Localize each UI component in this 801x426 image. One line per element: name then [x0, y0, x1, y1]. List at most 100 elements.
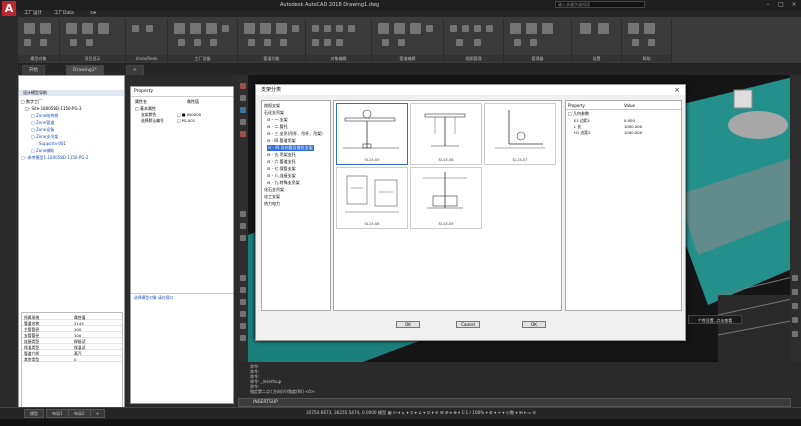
- tool-icon[interactable]: [240, 235, 246, 241]
- tool-icon[interactable]: [240, 299, 246, 305]
- file-tab-start[interactable]: 开始: [22, 65, 45, 75]
- tool-icon[interactable]: [526, 23, 537, 34]
- tool-icon[interactable]: [792, 317, 798, 323]
- search-input[interactable]: 键入关键字或短语: [555, 1, 645, 8]
- tool-icon[interactable]: [222, 25, 229, 32]
- property-row[interactable]: 连接类型 焊接试: [22, 339, 122, 344]
- cancel-button[interactable]: Cancel: [456, 321, 480, 328]
- tool-icon[interactable]: [276, 23, 287, 34]
- tool-icon[interactable]: [98, 23, 109, 34]
- support-thumbnail[interactable]: SI-15-07: [484, 103, 556, 165]
- property-value[interactable]: □ PS-001: [177, 118, 195, 123]
- tool-icon[interactable]: [40, 23, 51, 34]
- tool-icon[interactable]: [474, 39, 481, 46]
- tool-icon[interactable]: [394, 23, 405, 34]
- tool-icon[interactable]: [336, 25, 343, 32]
- new-tab-button[interactable]: +: [126, 65, 144, 75]
- tool-icon[interactable]: [174, 23, 185, 34]
- tree-item[interactable]: ⊟ - 五.吊架支托: [267, 152, 296, 158]
- tree-item[interactable]: □ Zone支吊架: [31, 134, 58, 140]
- tool-icon[interactable]: [792, 303, 798, 309]
- tree-item[interactable]: ⊟ - 三.支吊(吊杆、吊杆、吊架): [267, 131, 323, 137]
- tool-icon[interactable]: [24, 23, 35, 34]
- tree-item[interactable]: 化工支架: [264, 194, 280, 200]
- tool-icon[interactable]: [378, 23, 389, 34]
- property-row[interactable]: 管道名称 2143: [22, 321, 122, 326]
- tool-icon[interactable]: [648, 39, 655, 46]
- property-value[interactable]: 0.000: [624, 118, 635, 123]
- tool-icon[interactable]: [82, 23, 93, 34]
- tool-icon[interactable]: [292, 25, 299, 32]
- tool-icon[interactable]: [86, 39, 93, 46]
- tool-icon[interactable]: [240, 287, 246, 293]
- tool-icon[interactable]: [240, 323, 246, 329]
- tool-icon[interactable]: [456, 39, 463, 46]
- tree-item[interactable]: 化石支吊架: [264, 187, 284, 193]
- support-thumbnail[interactable]: SI-15-05: [336, 103, 408, 165]
- tool-icon[interactable]: [312, 25, 319, 32]
- tool-icon[interactable]: [280, 39, 287, 46]
- tool-icon[interactable]: [240, 211, 246, 217]
- tool-icon[interactable]: [244, 23, 255, 34]
- tool-icon[interactable]: [312, 39, 319, 46]
- property-row[interactable]: 管道介质 蒸汽: [22, 351, 122, 356]
- property-group[interactable]: □ 几何参数: [568, 111, 589, 117]
- tool-icon[interactable]: [530, 39, 537, 46]
- tool-icon[interactable]: [644, 23, 655, 34]
- tree-item[interactable]: □ Zone设备: [31, 127, 54, 133]
- tool-icon[interactable]: [324, 25, 331, 32]
- tool-icon[interactable]: [450, 25, 457, 32]
- tool-icon[interactable]: [240, 223, 246, 229]
- tool-icon[interactable]: [410, 23, 421, 34]
- tool-icon[interactable]: [66, 23, 77, 34]
- tool-icon[interactable]: [240, 119, 246, 125]
- tool-icon[interactable]: [240, 95, 246, 101]
- property-value[interactable]: 1000.000: [624, 130, 642, 135]
- tool-icon[interactable]: [486, 25, 493, 32]
- tool-icon[interactable]: [240, 131, 246, 137]
- support-thumbnail[interactable]: SI-15-06: [410, 103, 482, 165]
- property-value[interactable]: 1000.000: [624, 124, 642, 129]
- tool-icon[interactable]: [40, 39, 47, 46]
- tool-icon[interactable]: [398, 39, 405, 46]
- tool-icon[interactable]: [264, 39, 271, 46]
- tool-icon[interactable]: [510, 23, 521, 34]
- tool-icon[interactable]: [426, 25, 433, 32]
- tree-item[interactable]: ⊟ - 六.管道支托: [267, 159, 296, 165]
- tree-item[interactable]: 石化支吊架: [264, 110, 284, 116]
- layout-tab-1[interactable]: 布局1: [46, 409, 69, 418]
- tool-icon[interactable]: [240, 83, 246, 89]
- tree-item[interactable]: □ Zone辅助: [31, 148, 54, 154]
- tree-item[interactable]: □ Zone管道: [31, 120, 54, 126]
- tree-item[interactable]: □ Zone结构物: [31, 113, 58, 119]
- tool-icon[interactable]: [632, 39, 639, 46]
- tool-icon[interactable]: [336, 39, 343, 46]
- tool-icon[interactable]: [792, 275, 798, 281]
- tool-icon[interactable]: [474, 25, 481, 32]
- tool-icon[interactable]: [24, 39, 31, 46]
- autocad-logo-icon[interactable]: A: [2, 1, 16, 16]
- property-row[interactable]: 支管管径 100: [22, 333, 122, 338]
- tool-icon[interactable]: [324, 39, 331, 46]
- ok-button[interactable]: OK: [396, 321, 420, 328]
- tool-icon[interactable]: [382, 39, 389, 46]
- tool-icon[interactable]: [628, 23, 639, 34]
- tree-item[interactable]: ⊟ - 九.特殊支吊架: [267, 180, 300, 186]
- layout-tab-model[interactable]: 模型: [24, 409, 44, 418]
- tree-item[interactable]: 按照支架: [264, 103, 280, 109]
- tree-item[interactable]: 热力电力: [264, 201, 280, 207]
- dialog-close-icon[interactable]: ×: [673, 85, 681, 95]
- tree-item[interactable]: ⊟ - 七.保管支架: [267, 166, 296, 172]
- close-button[interactable]: ×: [788, 0, 800, 9]
- tool-icon[interactable]: [792, 331, 798, 337]
- tool-icon[interactable]: [348, 25, 355, 32]
- tool-icon[interactable]: [240, 311, 246, 317]
- ribbon-tab-plant-design[interactable]: 工厂设计: [24, 10, 42, 17]
- support-thumbnail[interactable]: SI-15-09: [410, 167, 482, 229]
- tree-item[interactable]: ⊟ - 一.支架: [267, 117, 288, 123]
- property-row[interactable]: 保温类型 保温试: [22, 345, 122, 350]
- minimize-button[interactable]: –: [762, 0, 774, 9]
- tool-icon[interactable]: [240, 335, 246, 341]
- undo-icon[interactable]: [132, 25, 139, 32]
- tool-icon[interactable]: [240, 275, 246, 281]
